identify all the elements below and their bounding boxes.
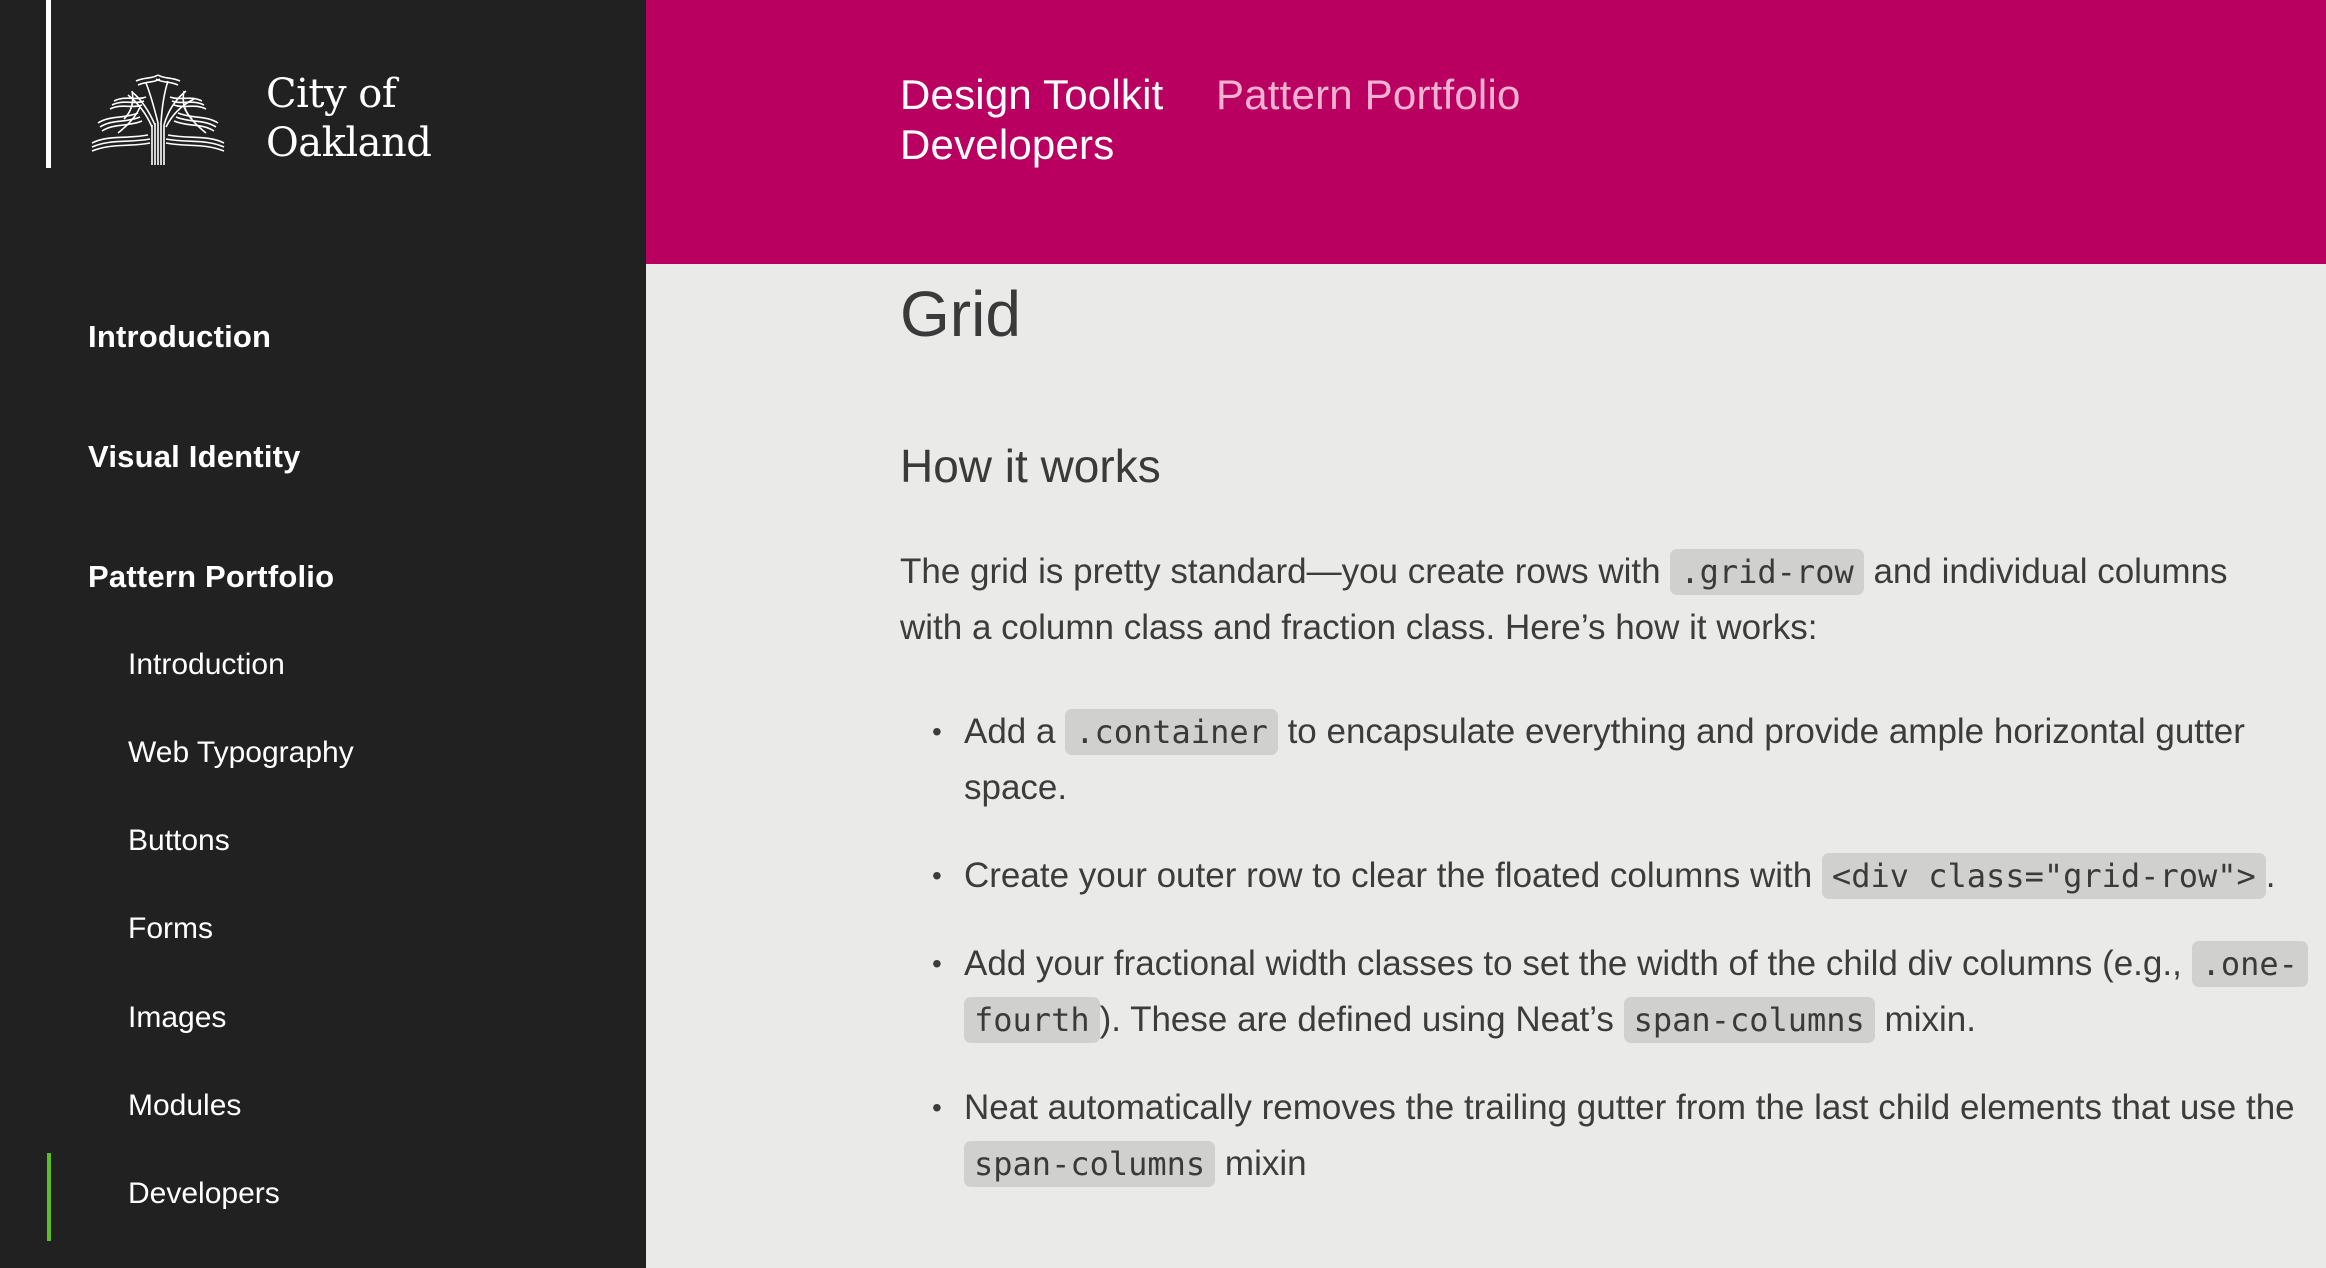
code-container: .container [1065,709,1278,755]
intro-text-before: The grid is pretty standard—you create r… [900,552,1671,591]
home-logo-link[interactable]: City of Oakland [88,70,432,168]
bullet-icon: • [932,948,942,979]
sidebar: City of Oakland Introduction Visual Iden… [0,0,646,1268]
page-title: Grid [900,278,1021,350]
bullet-icon: • [932,716,942,747]
bullet-icon: • [932,860,942,891]
sidebar-subitem-buttons[interactable]: Buttons [128,824,230,858]
section-title: How it works [900,440,1161,492]
list-item: • Neat automatically removes the trailing… [932,1080,2326,1192]
step-text: mixin [1215,1144,1307,1183]
top-nav-developers[interactable]: Developers [900,120,1114,170]
code-grid-row: .grid-row [1670,549,1864,595]
step-text: Create your outer row to clear the float… [964,856,1822,895]
list-item: • Add a .container to encapsulate everyth… [932,704,2326,816]
sidebar-subitem-web-typography[interactable]: Web Typography [128,736,354,770]
list-item: • Add your fractional width classes to se… [932,936,2326,1048]
sidebar-item-introduction[interactable]: Introduction [88,319,271,355]
step-text: ). These are defined using Neat’s [1099,1000,1624,1039]
brand-name-line2: Oakland [266,120,432,166]
active-item-indicator [47,1153,51,1241]
list-item: • Create your outer row to clear the floa… [932,848,2326,904]
top-nav-pattern-portfolio[interactable]: Pattern Portfolio [1216,70,1521,120]
sidebar-item-visual-identity[interactable]: Visual Identity [88,439,301,475]
top-header: Design Toolkit Pattern Portfolio Develop… [646,0,2326,264]
brand-name-line1: City of [266,71,397,117]
step-text: mixin. [1874,1000,1976,1039]
oak-tree-logo-icon [88,73,228,165]
sidebar-subitem-modules[interactable]: Modules [128,1089,241,1123]
step-text: . [2265,856,2276,895]
sidebar-subitem-forms[interactable]: Forms [128,912,213,946]
step-text: Neat automatically removes the trailing … [964,1088,2295,1127]
bullet-icon: • [932,1092,942,1123]
sidebar-subitem-images[interactable]: Images [128,1001,226,1035]
sidebar-subitem-developers[interactable]: Developers [128,1177,280,1211]
code-span-columns: span-columns [1623,997,1875,1043]
sidebar-item-pattern-portfolio[interactable]: Pattern Portfolio [88,559,334,595]
intro-paragraph: The grid is pretty standard—you create r… [900,544,2280,656]
steps-list: • Add a .container to encapsulate everyth… [900,704,2326,1224]
code-span-columns: span-columns [964,1141,1216,1187]
step-text: Add your fractional width classes to set… [964,944,2192,983]
sidebar-subitem-introduction[interactable]: Introduction [128,648,285,682]
top-nav-design-toolkit[interactable]: Design Toolkit [900,70,1164,120]
code-div-grid-row: <div class="grid-row"> [1821,853,2266,899]
brand-accent-bar [46,0,51,168]
step-text: Add a [964,712,1066,751]
brand-name: City of Oakland [266,70,432,168]
